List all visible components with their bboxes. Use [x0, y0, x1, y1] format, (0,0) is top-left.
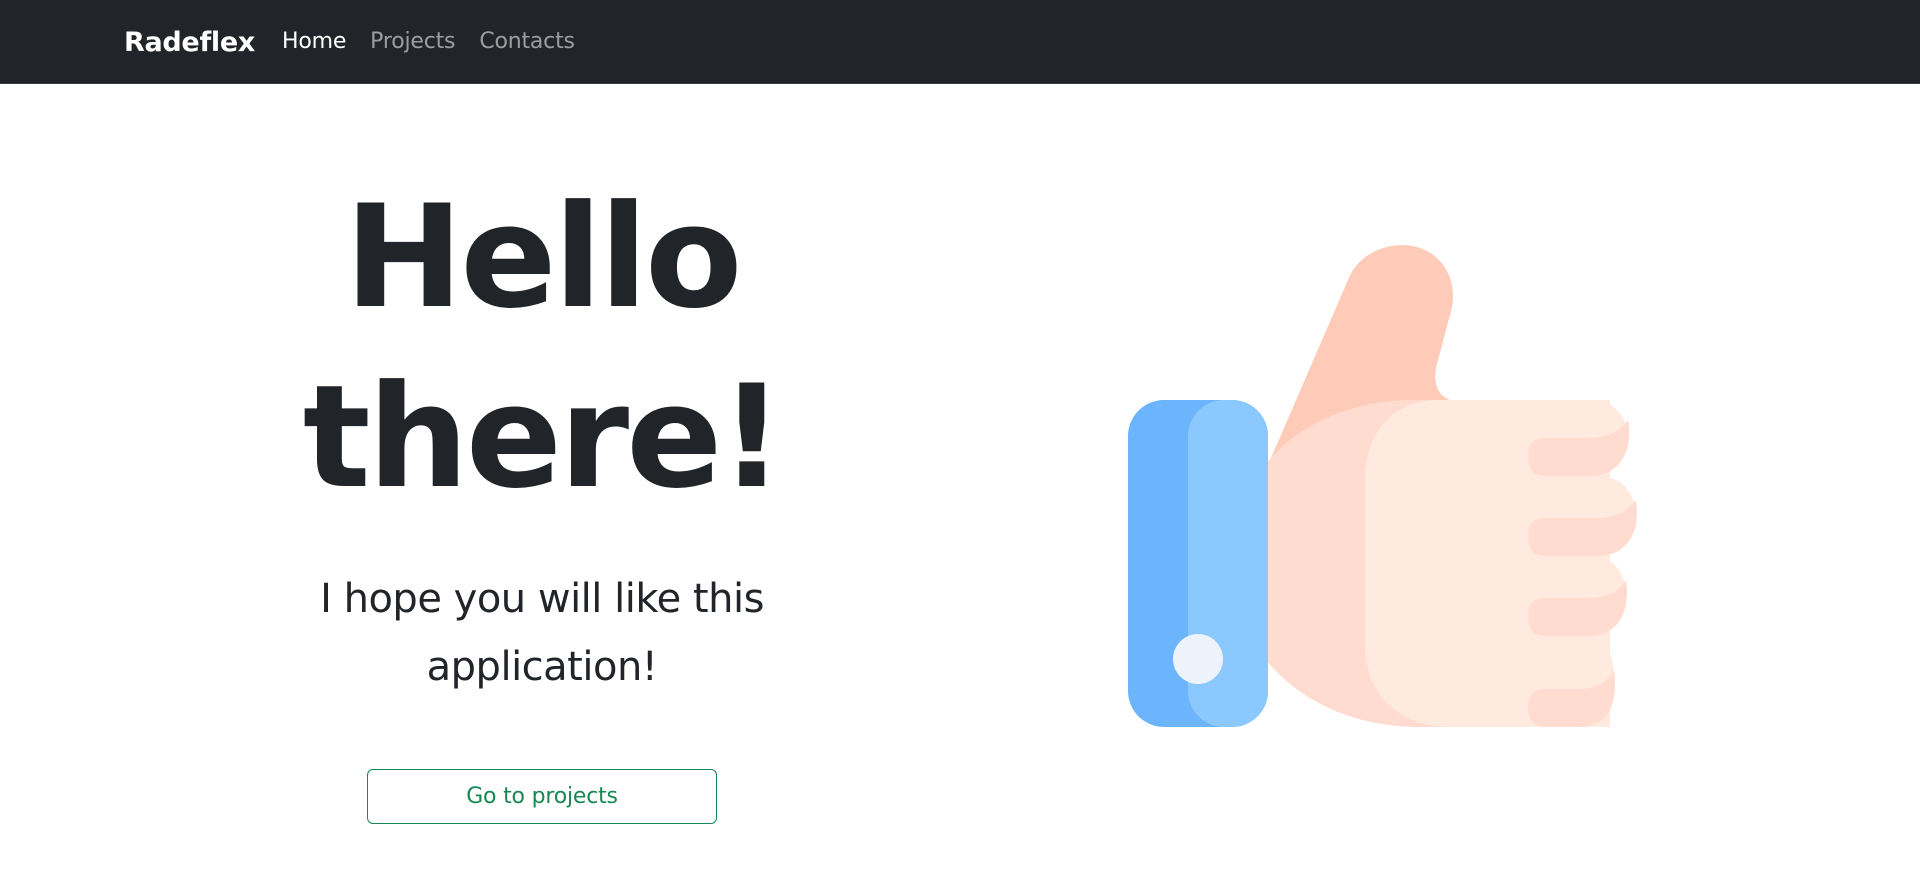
nav-link-home[interactable]: Home [282, 0, 346, 85]
nav-links: Home Projects Contacts [282, 0, 599, 84]
cuff-button [1173, 634, 1223, 684]
hero-title: Hello there! [240, 168, 844, 528]
nav-link-contacts[interactable]: Contacts [479, 0, 575, 85]
hero-title-line-1: Hello [344, 175, 742, 340]
top-navbar: Radeflex Home Projects Contacts [0, 0, 1920, 84]
hero-subtitle: I hope you will like this application! [240, 565, 844, 701]
hero-subtitle-line-2: application! [426, 644, 658, 690]
go-to-projects-button[interactable]: Go to projects [367, 769, 717, 824]
hero-title-line-2: there! [302, 355, 784, 520]
hero-subtitle-line-1: I hope you will like this [320, 576, 764, 622]
nav-link-projects[interactable]: Projects [370, 0, 455, 85]
brand-logo-link[interactable]: Radeflex [124, 0, 255, 84]
thumbs-up-icon [1128, 245, 1637, 727]
